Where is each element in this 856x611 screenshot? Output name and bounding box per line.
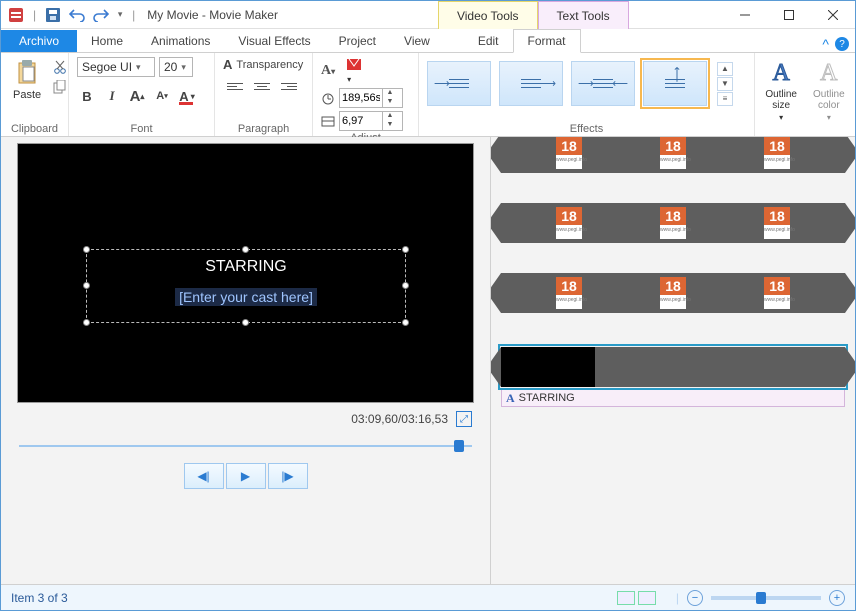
zoom-in-button[interactable]: + [829,590,845,606]
text-caption-icon: A [506,391,515,406]
start-time-icon [321,91,335,105]
timeline-clip-2[interactable]: 18www.pegi.info 18www.pegi.info 18www.pe… [501,203,845,243]
start-time-input[interactable]: ▲▼ [339,88,403,108]
minimize-button[interactable] [723,1,767,29]
qat-dropdown-icon[interactable]: ▾ [114,4,126,26]
outline-color-button[interactable]: A Outline color▾ [809,57,849,124]
fullscreen-icon[interactable]: ⤢ [456,411,472,427]
outline-size-button[interactable]: A Outline size▾ [761,57,801,124]
transparency-label[interactable]: Transparency [236,59,303,71]
view-thumbnails-large-icon[interactable] [638,591,656,605]
rating-badge: 18www.pegi.info [556,207,582,239]
font-color-button[interactable]: A▾ [177,87,197,105]
tab-animations[interactable]: Animations [137,30,224,52]
tab-edit[interactable]: Edit [464,30,513,52]
align-left-button[interactable] [223,76,247,96]
help-icon[interactable]: ? [835,37,849,51]
align-center-button[interactable] [250,76,274,96]
duration-icon [321,114,335,128]
undo-icon[interactable] [66,4,88,26]
grow-font-icon[interactable]: A▴ [127,87,147,105]
status-item-count: Item 3 of 3 [11,591,68,605]
rating-badge: 18www.pegi.info [660,137,686,169]
italic-button[interactable]: I [102,87,122,105]
rating-badge: 18www.pegi.info [764,137,790,169]
tab-project[interactable]: Project [325,30,390,52]
caption-track[interactable]: A STARRING [501,389,845,407]
font-family-combo[interactable]: Segoe UI▾ [77,57,155,77]
title-text[interactable]: STARRING [87,258,405,276]
effect-option-1[interactable]: ⟶ [427,61,491,106]
duration-input[interactable]: ▲▼ [339,111,403,131]
rating-badge: 18www.pegi.info [556,277,582,309]
timecode-display: 03:09,60/03:16,53 [351,412,448,426]
tab-visual-effects[interactable]: Visual Effects [224,30,324,52]
paste-label: Paste [13,89,41,101]
ribbon-collapse-icon[interactable]: ^ [822,36,829,52]
effect-option-2[interactable]: ⟶ [499,61,563,106]
text-effects-icon[interactable]: A▾ [321,63,335,79]
rating-badge: 18www.pegi.info [660,207,686,239]
timeline-clip-1[interactable]: 18www.pegi.info 18www.pegi.info 18www.pe… [501,137,845,173]
placeholder-text[interactable]: [Enter your cast here] [175,288,317,306]
view-thumbnails-small-icon[interactable] [617,591,635,605]
rating-badge: 18www.pegi.info [660,277,686,309]
align-right-button[interactable] [277,76,301,96]
paste-button[interactable]: Paste [9,57,45,103]
timeline-clip-4-selected[interactable]: A STARRING [501,347,845,407]
tab-format[interactable]: Format [513,29,581,53]
rating-badge: 18www.pegi.info [764,207,790,239]
effects-more-icon[interactable]: ≡ [717,92,733,106]
zoom-out-button[interactable]: − [687,590,703,606]
timeline-clip-3[interactable]: 18www.pegi.info 18www.pegi.info 18www.pe… [501,273,845,313]
tab-view[interactable]: View [390,30,444,52]
redo-icon[interactable] [90,4,112,26]
effect-option-3[interactable]: ⟶⟵ [571,61,635,106]
cut-icon[interactable] [51,59,69,75]
caption-label: STARRING [519,392,575,404]
window-title: My Movie - Movie Maker [143,8,278,22]
context-tab-video-tools[interactable]: Video Tools [438,1,538,29]
background-color-icon[interactable]: ▾ [347,57,365,85]
effects-scroll-down-icon[interactable]: ▼ [717,77,733,91]
font-size-combo[interactable]: 20▾ [159,57,193,77]
effect-option-4-selected[interactable]: ⟶ [643,61,707,106]
effects-scroll-up-icon[interactable]: ▲ [717,62,733,76]
transparency-icon: A [223,57,232,72]
group-font-label: Font [77,122,206,135]
seek-slider[interactable] [19,439,472,453]
app-icon [5,4,27,26]
context-tab-text-tools[interactable]: Text Tools [538,1,629,29]
copy-icon[interactable] [51,79,69,95]
play-button[interactable]: ▶ [226,463,266,489]
group-paragraph-label: Paragraph [223,122,304,135]
rating-badge: 18www.pegi.info [556,137,582,169]
tab-file[interactable]: Archivo [1,30,77,52]
text-selection-box[interactable]: STARRING [Enter your cast here] [86,249,406,323]
shrink-font-icon[interactable]: A▾ [152,87,172,105]
next-frame-button[interactable]: |▶ [268,463,308,489]
bold-button[interactable]: B [77,87,97,105]
group-clipboard-label: Clipboard [9,122,60,135]
group-effects-label: Effects [427,122,746,135]
rating-badge: 18www.pegi.info [764,277,790,309]
zoom-slider[interactable] [711,596,821,600]
close-button[interactable] [811,1,855,29]
prev-frame-button[interactable]: ◀| [184,463,224,489]
save-icon[interactable] [42,4,64,26]
video-preview[interactable]: STARRING [Enter your cast here] [17,143,474,403]
tab-home[interactable]: Home [77,30,137,52]
maximize-button[interactable] [767,1,811,29]
